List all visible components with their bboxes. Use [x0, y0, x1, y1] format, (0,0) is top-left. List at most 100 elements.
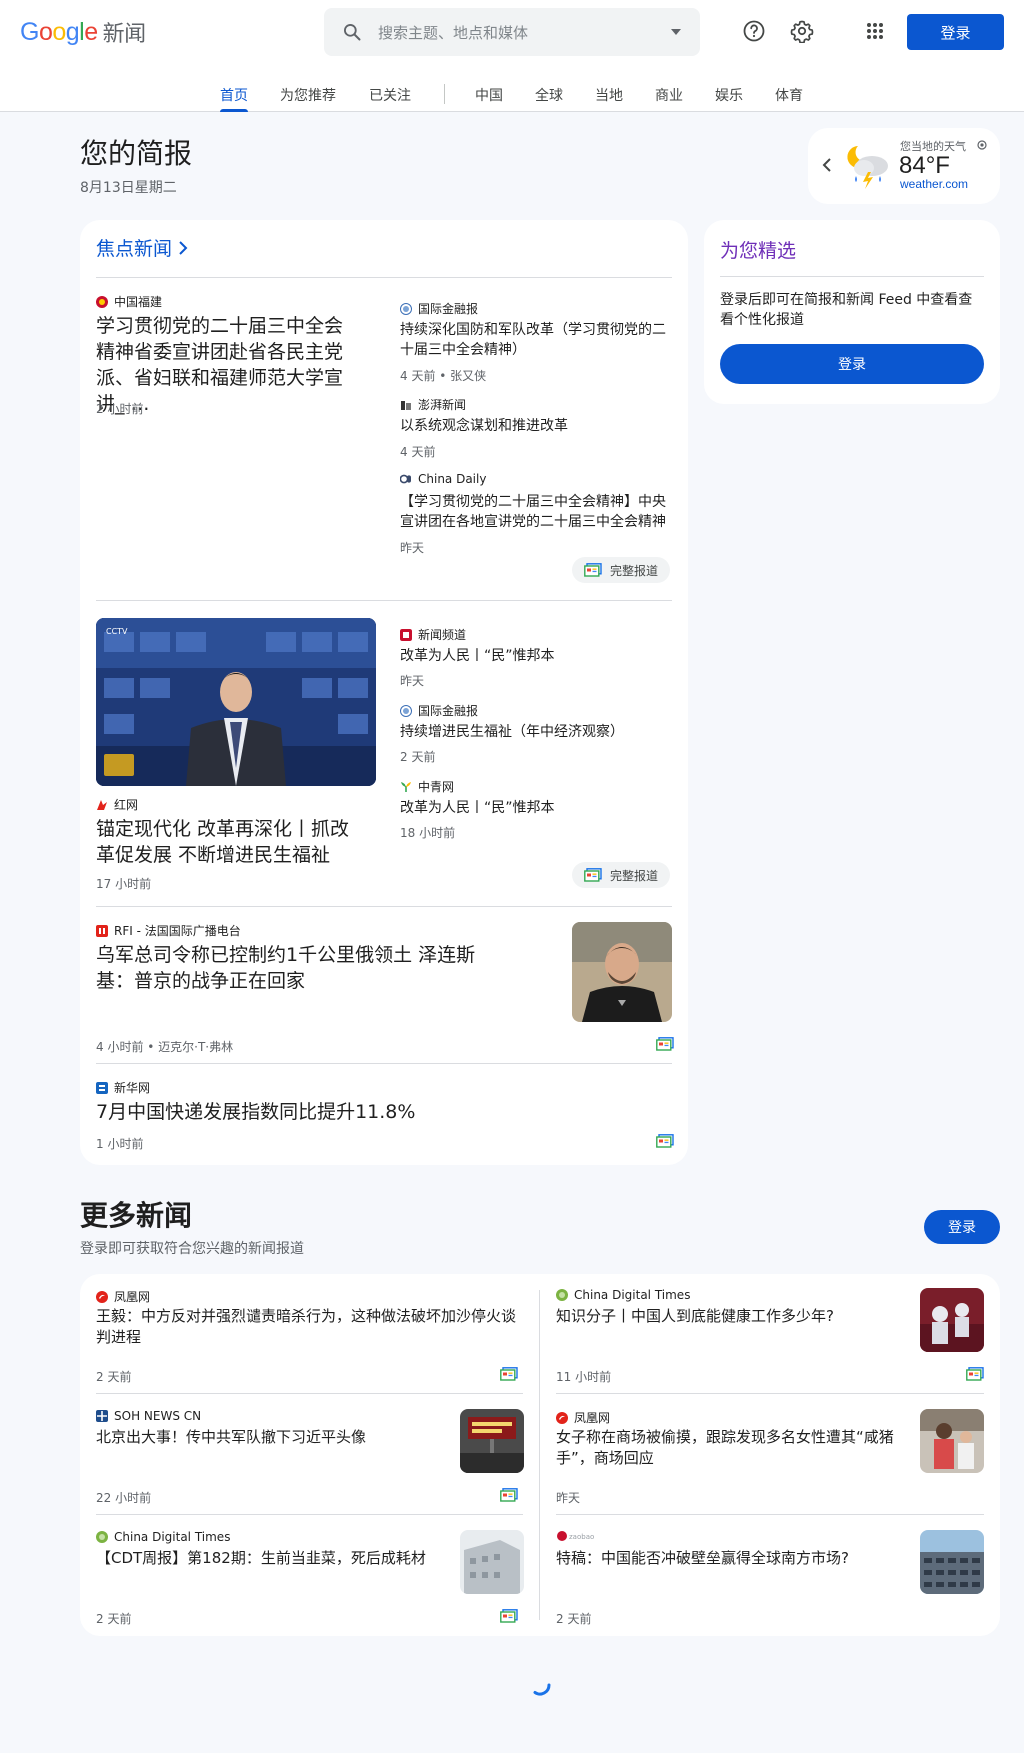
google-news-logo[interactable]: Google 新闻	[20, 16, 146, 48]
headline-link[interactable]: 7月中国快递发展指数同比提升11.8%	[96, 1099, 616, 1125]
full-coverage-icon[interactable]	[966, 1367, 984, 1381]
top-stories-title: 焦点新闻	[96, 238, 173, 260]
source-label: 新闻频道	[400, 626, 466, 643]
article-thumbnail[interactable]	[920, 1288, 984, 1352]
headline-link[interactable]: 北京出大事！传中共军队撤下习近平头像	[96, 1427, 436, 1448]
headline-link[interactable]: 王毅：中方反对并强烈谴责暗杀行为，这种做法破坏加沙停火谈判进程	[96, 1306, 516, 1348]
source-name: China Daily	[418, 472, 487, 486]
youth-net-logo-icon	[401, 781, 411, 792]
article-time: 2 天前	[556, 1612, 592, 1626]
weather-widget[interactable]: 您当地的天气 84°F weather.com	[808, 128, 1000, 204]
headline-link[interactable]: 锚定现代化 改革再深化丨抓改革促发展 不断增进民生福祉	[96, 816, 360, 868]
divider	[96, 1393, 523, 1394]
tab-separator	[444, 84, 445, 104]
tab-following[interactable]: 已关注	[369, 85, 411, 105]
headline-link[interactable]: 【学习贯彻党的二十届三中全会精神】中央宣讲团在各地宣讲党的二十届三中全会精神	[400, 492, 672, 532]
article-meta: 4 天前 • 张又侠	[400, 369, 487, 383]
divider	[96, 1514, 523, 1515]
article-thumbnail[interactable]	[920, 1530, 984, 1594]
tab-for-you[interactable]: 为您推荐	[280, 85, 336, 105]
article-meta: 18 小时前	[400, 826, 456, 840]
chevron-left-icon[interactable]	[822, 158, 832, 172]
source-name: China Digital Times	[574, 1288, 691, 1302]
tab-world[interactable]: 全球	[535, 85, 563, 105]
source-label: RFI - 法国国际广播电台	[96, 922, 241, 939]
headline-link[interactable]: 乌军总司令称已控制约1千公里俄领土 泽连斯基：普京的战争正在回家	[96, 942, 496, 994]
full-coverage-label: 完整报道	[610, 563, 659, 578]
tab-home[interactable]: 首页	[220, 85, 248, 105]
top-bar: Google 新闻 搜索主题、地点和媒体 登录 首页 为您推荐 已关注 中国 全…	[0, 0, 1024, 112]
briefing-date: 8月13日星期二	[80, 180, 177, 196]
location-icon[interactable]	[976, 139, 988, 151]
divider	[96, 1063, 672, 1064]
headline-link[interactable]: 改革为人民丨“民”惟邦本	[400, 798, 672, 818]
article-thumbnail[interactable]	[920, 1409, 984, 1473]
headline-link[interactable]: 改革为人民丨“民”惟邦本	[400, 646, 672, 666]
chevron-right-icon	[179, 240, 188, 255]
full-coverage-icon[interactable]	[500, 1488, 518, 1502]
search-dropdown-icon[interactable]	[670, 28, 682, 36]
source-label: 国际金融报	[400, 300, 478, 317]
source-name: zaobao	[569, 1533, 594, 1541]
article-time: 2 天前	[96, 1370, 132, 1384]
news-anchor-image[interactable]: CCTV	[96, 618, 376, 786]
full-coverage-icon[interactable]	[500, 1367, 518, 1381]
fujian-emblem-icon	[96, 295, 108, 308]
more-news-sign-in-button[interactable]: 登录	[924, 1210, 1000, 1244]
source-label: China Digital Times	[96, 1530, 230, 1544]
billboard-illustration	[460, 1409, 524, 1473]
headline-link[interactable]: 特稿：中国能否冲破壁垒赢得全球南方市场?	[556, 1548, 896, 1569]
tab-local[interactable]: 当地	[595, 85, 623, 105]
article-thumbnail[interactable]	[460, 1530, 524, 1594]
headline-link[interactable]: 持续增进民生福祉（年中经济观察）	[400, 722, 672, 742]
headline-link[interactable]: 【CDT周报】第182期：生前当韭菜，死后成耗材	[96, 1548, 446, 1569]
source-name: SOH NEWS CN	[114, 1409, 202, 1423]
briefing-title: 您的简报	[80, 137, 193, 170]
tab-business[interactable]: 商业	[655, 85, 683, 105]
car-lot-illustration	[920, 1530, 984, 1594]
tab-sports[interactable]: 体育	[775, 85, 803, 105]
ifeng-logo-icon	[96, 1290, 108, 1303]
full-coverage-button[interactable]: 完整报道	[572, 557, 671, 583]
article-meta: 1 小时前	[96, 1137, 144, 1151]
source-name: 澎湃新闻	[418, 398, 467, 412]
settings-icon[interactable]	[789, 18, 815, 44]
search-box[interactable]: 搜索主题、地点和媒体	[324, 8, 700, 56]
tab-china[interactable]: 中国	[475, 85, 503, 105]
apps-grid-icon[interactable]	[862, 18, 888, 44]
weather-source-link[interactable]: weather.com	[900, 177, 968, 191]
source-name: 国际金融报	[418, 302, 479, 316]
logo-google: Google	[20, 17, 98, 46]
full-coverage-icon[interactable]	[656, 1037, 674, 1051]
article-time: 昨天	[556, 1491, 581, 1505]
more-news-title: 更多新闻	[80, 1199, 193, 1232]
headline-link[interactable]: 以系统观念谋划和推进改革	[400, 416, 672, 436]
source-name: 红网	[114, 798, 139, 812]
headline-link[interactable]: 持续深化国防和军队改革（学习贯彻党的二十届三中全会精神）	[400, 320, 672, 360]
article-thumbnail[interactable]	[460, 1409, 524, 1473]
full-coverage-button[interactable]: 完整报道	[572, 862, 671, 888]
news-anchor-illustration: CCTV	[96, 618, 376, 786]
headline-link[interactable]: 女子称在商场被偷摸，跟踪发现多名女性遭其“咸猪手”，商场回应	[556, 1427, 900, 1469]
search-input[interactable]: 搜索主题、地点和媒体	[378, 22, 670, 43]
article-meta: 4 天前	[400, 445, 436, 459]
news-channel-logo-icon	[400, 628, 412, 641]
picks-sign-in-button[interactable]: 登录	[720, 344, 984, 384]
globe-logo-icon	[400, 704, 412, 717]
divider	[720, 276, 984, 277]
top-stories-heading[interactable]: 焦点新闻	[96, 234, 188, 261]
help-icon[interactable]	[741, 18, 767, 44]
source-name: 国际金融报	[418, 704, 479, 718]
source-label: 红网	[96, 796, 138, 813]
source-name: RFI - 法国国际广播电台	[114, 924, 241, 938]
full-coverage-icon[interactable]	[500, 1609, 518, 1623]
workers-illustration	[920, 1288, 984, 1352]
sign-in-button[interactable]: 登录	[907, 14, 1004, 50]
source-label: 新华网	[96, 1079, 150, 1096]
full-coverage-icon[interactable]	[656, 1134, 674, 1148]
zelensky-image[interactable]	[572, 922, 672, 1022]
headline-link[interactable]: 知识分子丨中国人到底能健康工作多少年?	[556, 1306, 896, 1327]
tab-entertainment[interactable]: 娱乐	[715, 85, 743, 105]
source-name: 凤凰网	[574, 1411, 611, 1425]
search-icon[interactable]	[342, 22, 362, 42]
